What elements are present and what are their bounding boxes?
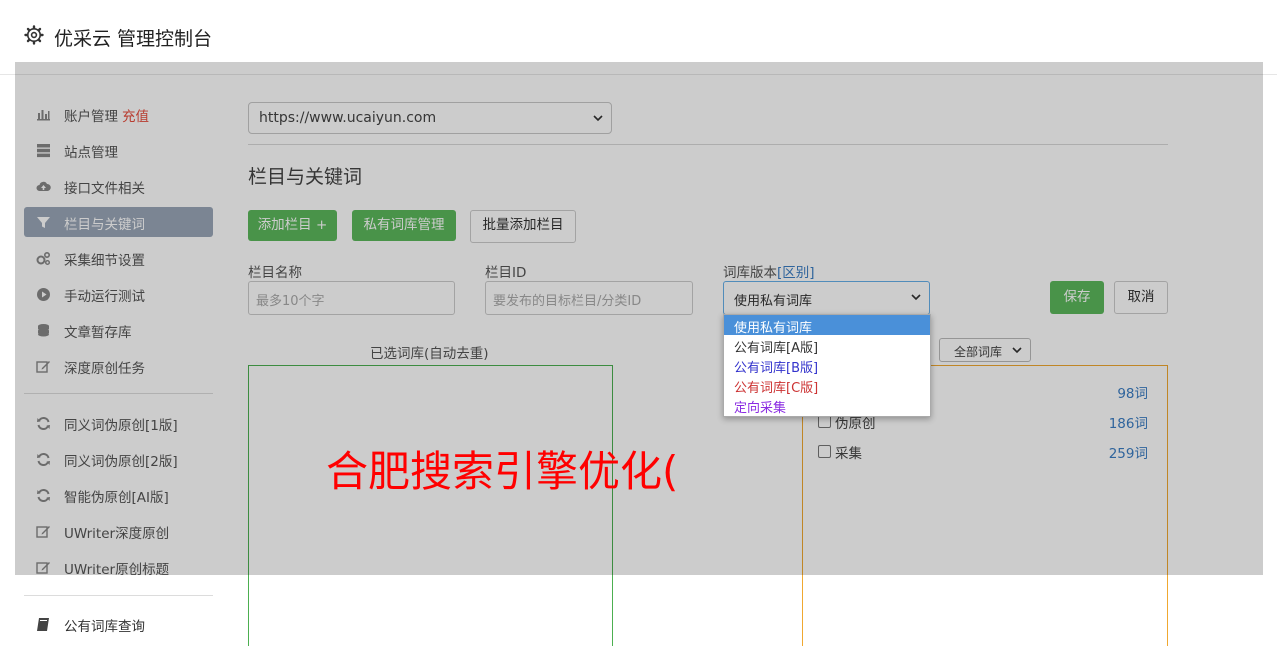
gear-icon — [24, 25, 44, 45]
page-title: 优采云 管理控制台 — [54, 28, 213, 50]
watermark-text: 合肥搜索引擎优化( — [326, 447, 679, 496]
dropdown-option[interactable]: 公有词库[A版] — [724, 335, 930, 356]
dropdown-option[interactable]: 公有词库[B版] — [724, 355, 930, 376]
sidebar-item-label: 公有词库查询 — [64, 619, 145, 635]
dropdown-option[interactable]: 公有词库[C版] — [724, 375, 930, 396]
sidebar-item-public-lib[interactable]: 公有词库查询 — [24, 609, 213, 639]
book-icon — [37, 618, 49, 631]
sidebar-divider — [24, 595, 213, 596]
lib-version-dropdown: 使用私有词库 公有词库[A版] 公有词库[B版] 公有词库[C版] 定向采集 — [723, 314, 931, 417]
dropdown-option[interactable]: 使用私有词库 — [724, 315, 930, 336]
dropdown-option[interactable]: 定向采集 — [724, 395, 930, 416]
